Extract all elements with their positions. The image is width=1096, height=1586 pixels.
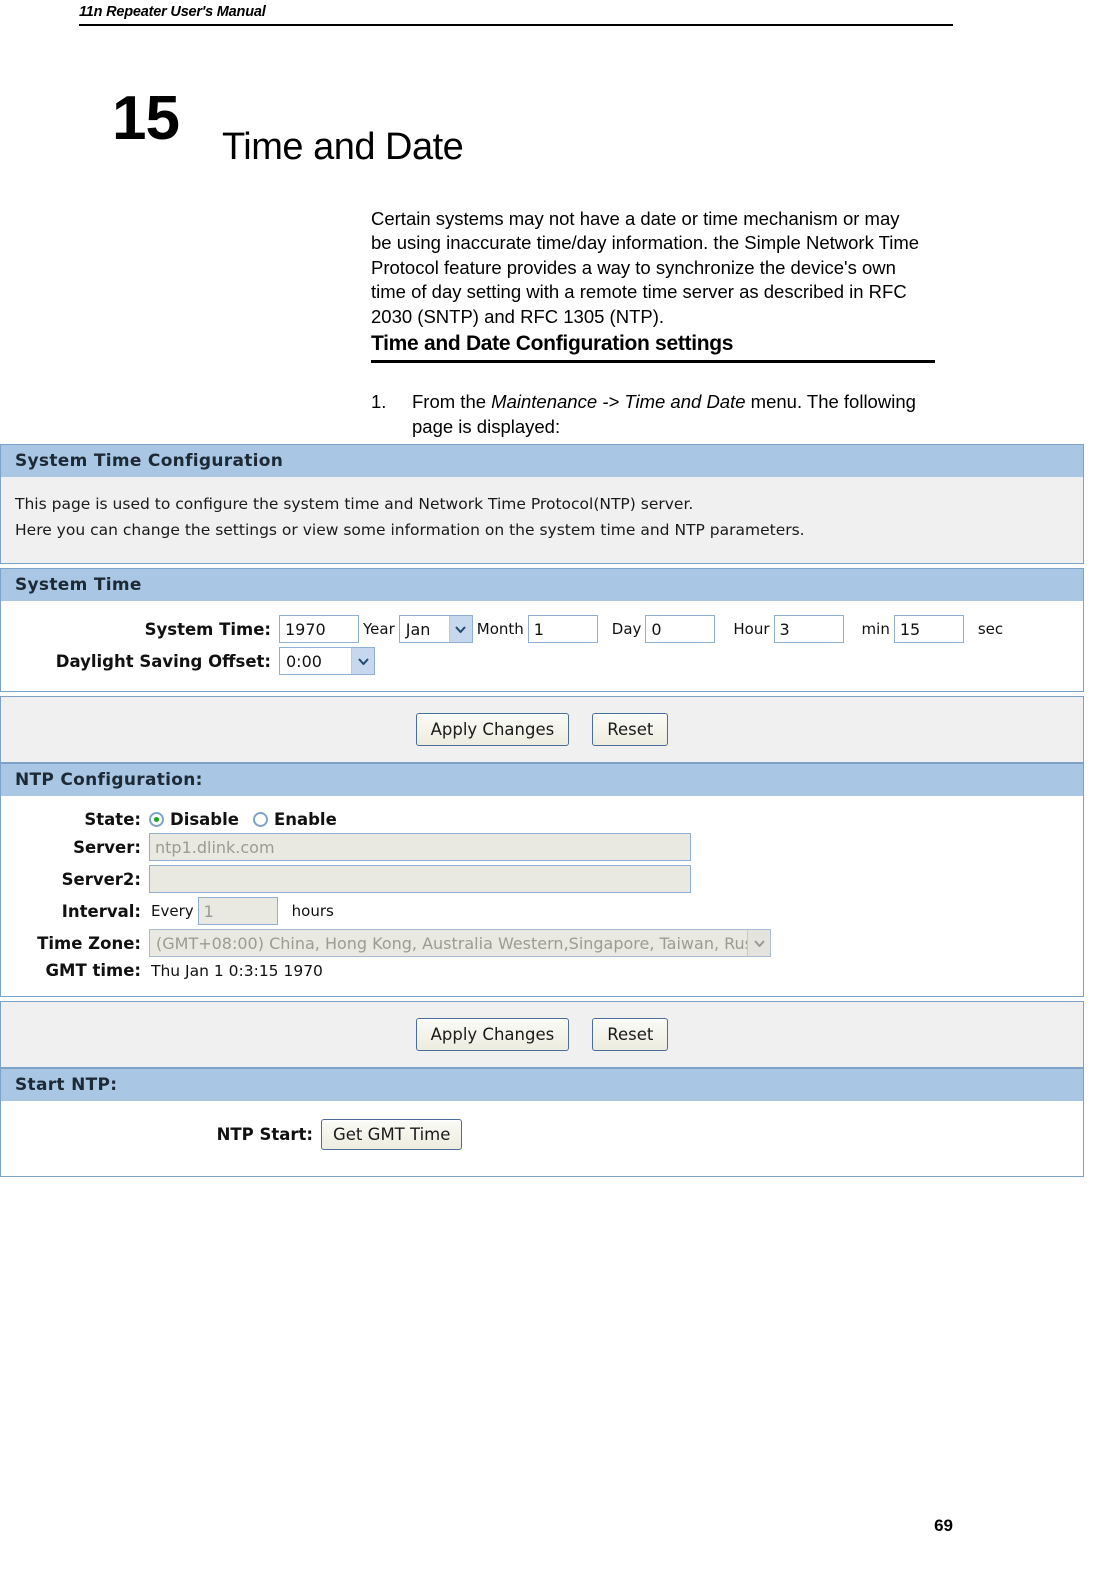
header-divider [79,24,953,26]
ntp-server2-label: Server2: [61,869,141,889]
description-line-2: Here you can change the settings or view… [15,521,805,539]
ntp-interval-label: Interval: [61,901,141,921]
ntp-state-label: State: [84,810,141,829]
daylight-saving-label: Daylight Saving Offset: [55,651,271,671]
second-input[interactable] [893,615,964,643]
ntp-server-row: Server: [1,833,1083,861]
start-ntp-form: NTP Start: Get GMT Time [1,1101,1083,1176]
ntp-gmt-time-label: GMT time: [45,961,142,980]
radio-disable[interactable] [149,812,164,827]
get-gmt-time-button[interactable]: Get GMT Time [321,1119,463,1150]
month-select[interactable]: Jan [398,615,473,643]
interval-prefix-label: Every [151,902,194,920]
ntp-configuration-title: NTP Configuration: [1,764,1083,796]
reset-button-top[interactable]: Reset [592,713,669,746]
start-ntp-title: Start NTP: [1,1069,1083,1101]
step-menu-path: Maintenance -> Time and Date [491,391,746,412]
system-time-panel-title: System Time [1,569,1083,601]
chevron-down-icon [351,648,374,674]
minute-unit-label: min [861,620,890,638]
ntp-server2-row: Server2: [1,865,1083,893]
radio-disable-label: Disable [170,810,239,829]
system-time-form: System Time: Year Jan Month Day Hour min… [1,601,1083,691]
system-time-configuration-description: This page is used to configure the syste… [1,477,1083,563]
interval-suffix-label: hours [291,902,334,920]
day-input[interactable] [527,615,598,643]
ntp-state-row: State: Disable Enable [1,810,1083,829]
system-time-configuration-title: System Time Configuration [1,445,1083,477]
ntp-server-input[interactable] [149,833,691,861]
router-web-ui-screenshot: System Time Configuration This page is u… [0,444,1084,1177]
intro-paragraph: Certain systems may not have a date or t… [371,207,920,327]
radio-enable-label: Enable [273,810,337,829]
timezone-select-value: (GMT+08:00) China, Hong Kong, Australia … [156,933,747,953]
step-number: 1. [371,391,387,412]
ntp-timezone-row: Time Zone: (GMT+08:00) China, Hong Kong,… [1,929,1083,957]
system-time-button-bar: Apply Changes Reset [0,696,1084,763]
chevron-down-icon [747,930,770,956]
timezone-select[interactable]: (GMT+08:00) China, Hong Kong, Australia … [149,929,771,957]
ntp-timezone-label: Time Zone: [37,933,141,953]
system-time-row: System Time: Year Jan Month Day Hour min… [1,615,1083,643]
second-unit-label: sec [977,620,1004,638]
step-text-before: From the [412,391,492,412]
start-ntp-panel: Start NTP: NTP Start: Get GMT Time [0,1068,1084,1177]
system-time-label: System Time: [144,619,271,639]
year-input[interactable] [279,615,359,643]
month-select-value: Jan [405,619,431,639]
day-unit-label: Day [611,620,642,638]
ntp-gmt-time-row: GMT time: Thu Jan 1 0:3:15 1970 [1,961,1083,980]
chevron-down-icon [448,616,472,642]
step-text: From the Maintenance -> Time and Date me… [412,390,931,439]
hour-input[interactable] [645,615,716,643]
ntp-start-row: NTP Start: Get GMT Time [1,1119,1083,1150]
ntp-server-label: Server: [73,837,141,857]
daylight-saving-value: 0:00 [286,651,322,671]
system-time-configuration-panel: System Time Configuration This page is u… [0,444,1084,564]
ntp-interval-row: Interval: Every hours [1,897,1083,925]
year-unit-label: Year [363,620,395,638]
ntp-configuration-panel: NTP Configuration: State: Disable Enable… [0,763,1084,997]
chapter-number: 15 [112,84,180,153]
ntp-configuration-form: State: Disable Enable Server: Server2: I… [1,796,1083,996]
ntp-start-label: NTP Start: [216,1125,313,1144]
manual-title: 11n Repeater User's Manual [79,4,266,20]
hour-unit-label: Hour [733,620,770,638]
ntp-server2-input[interactable] [149,865,691,893]
step-item: 1. From the Maintenance -> Time and Date… [371,390,931,439]
daylight-saving-row: Daylight Saving Offset: 0:00 [1,647,1083,675]
document-running-header: 11n Repeater User's Manual [0,0,1096,36]
apply-changes-button-top[interactable]: Apply Changes [415,713,570,746]
month-unit-label: Month [476,620,524,638]
page-number: 69 [934,1516,953,1535]
reset-button-bottom[interactable]: Reset [592,1018,669,1051]
ntp-interval-input[interactable] [197,897,278,925]
minute-input[interactable] [773,615,844,643]
system-time-panel: System Time System Time: Year Jan Month … [0,568,1084,692]
ntp-button-bar: Apply Changes Reset [0,1001,1084,1068]
daylight-saving-select[interactable]: 0:00 [279,647,375,675]
ntp-gmt-time-value: Thu Jan 1 0:3:15 1970 [151,961,323,980]
radio-enable[interactable] [252,812,268,827]
page-title: Time and Date [222,126,464,169]
section-heading: Time and Date Configuration settings [371,332,935,363]
apply-changes-button-bottom[interactable]: Apply Changes [415,1018,570,1051]
description-line-1: This page is used to configure the syste… [15,495,694,513]
